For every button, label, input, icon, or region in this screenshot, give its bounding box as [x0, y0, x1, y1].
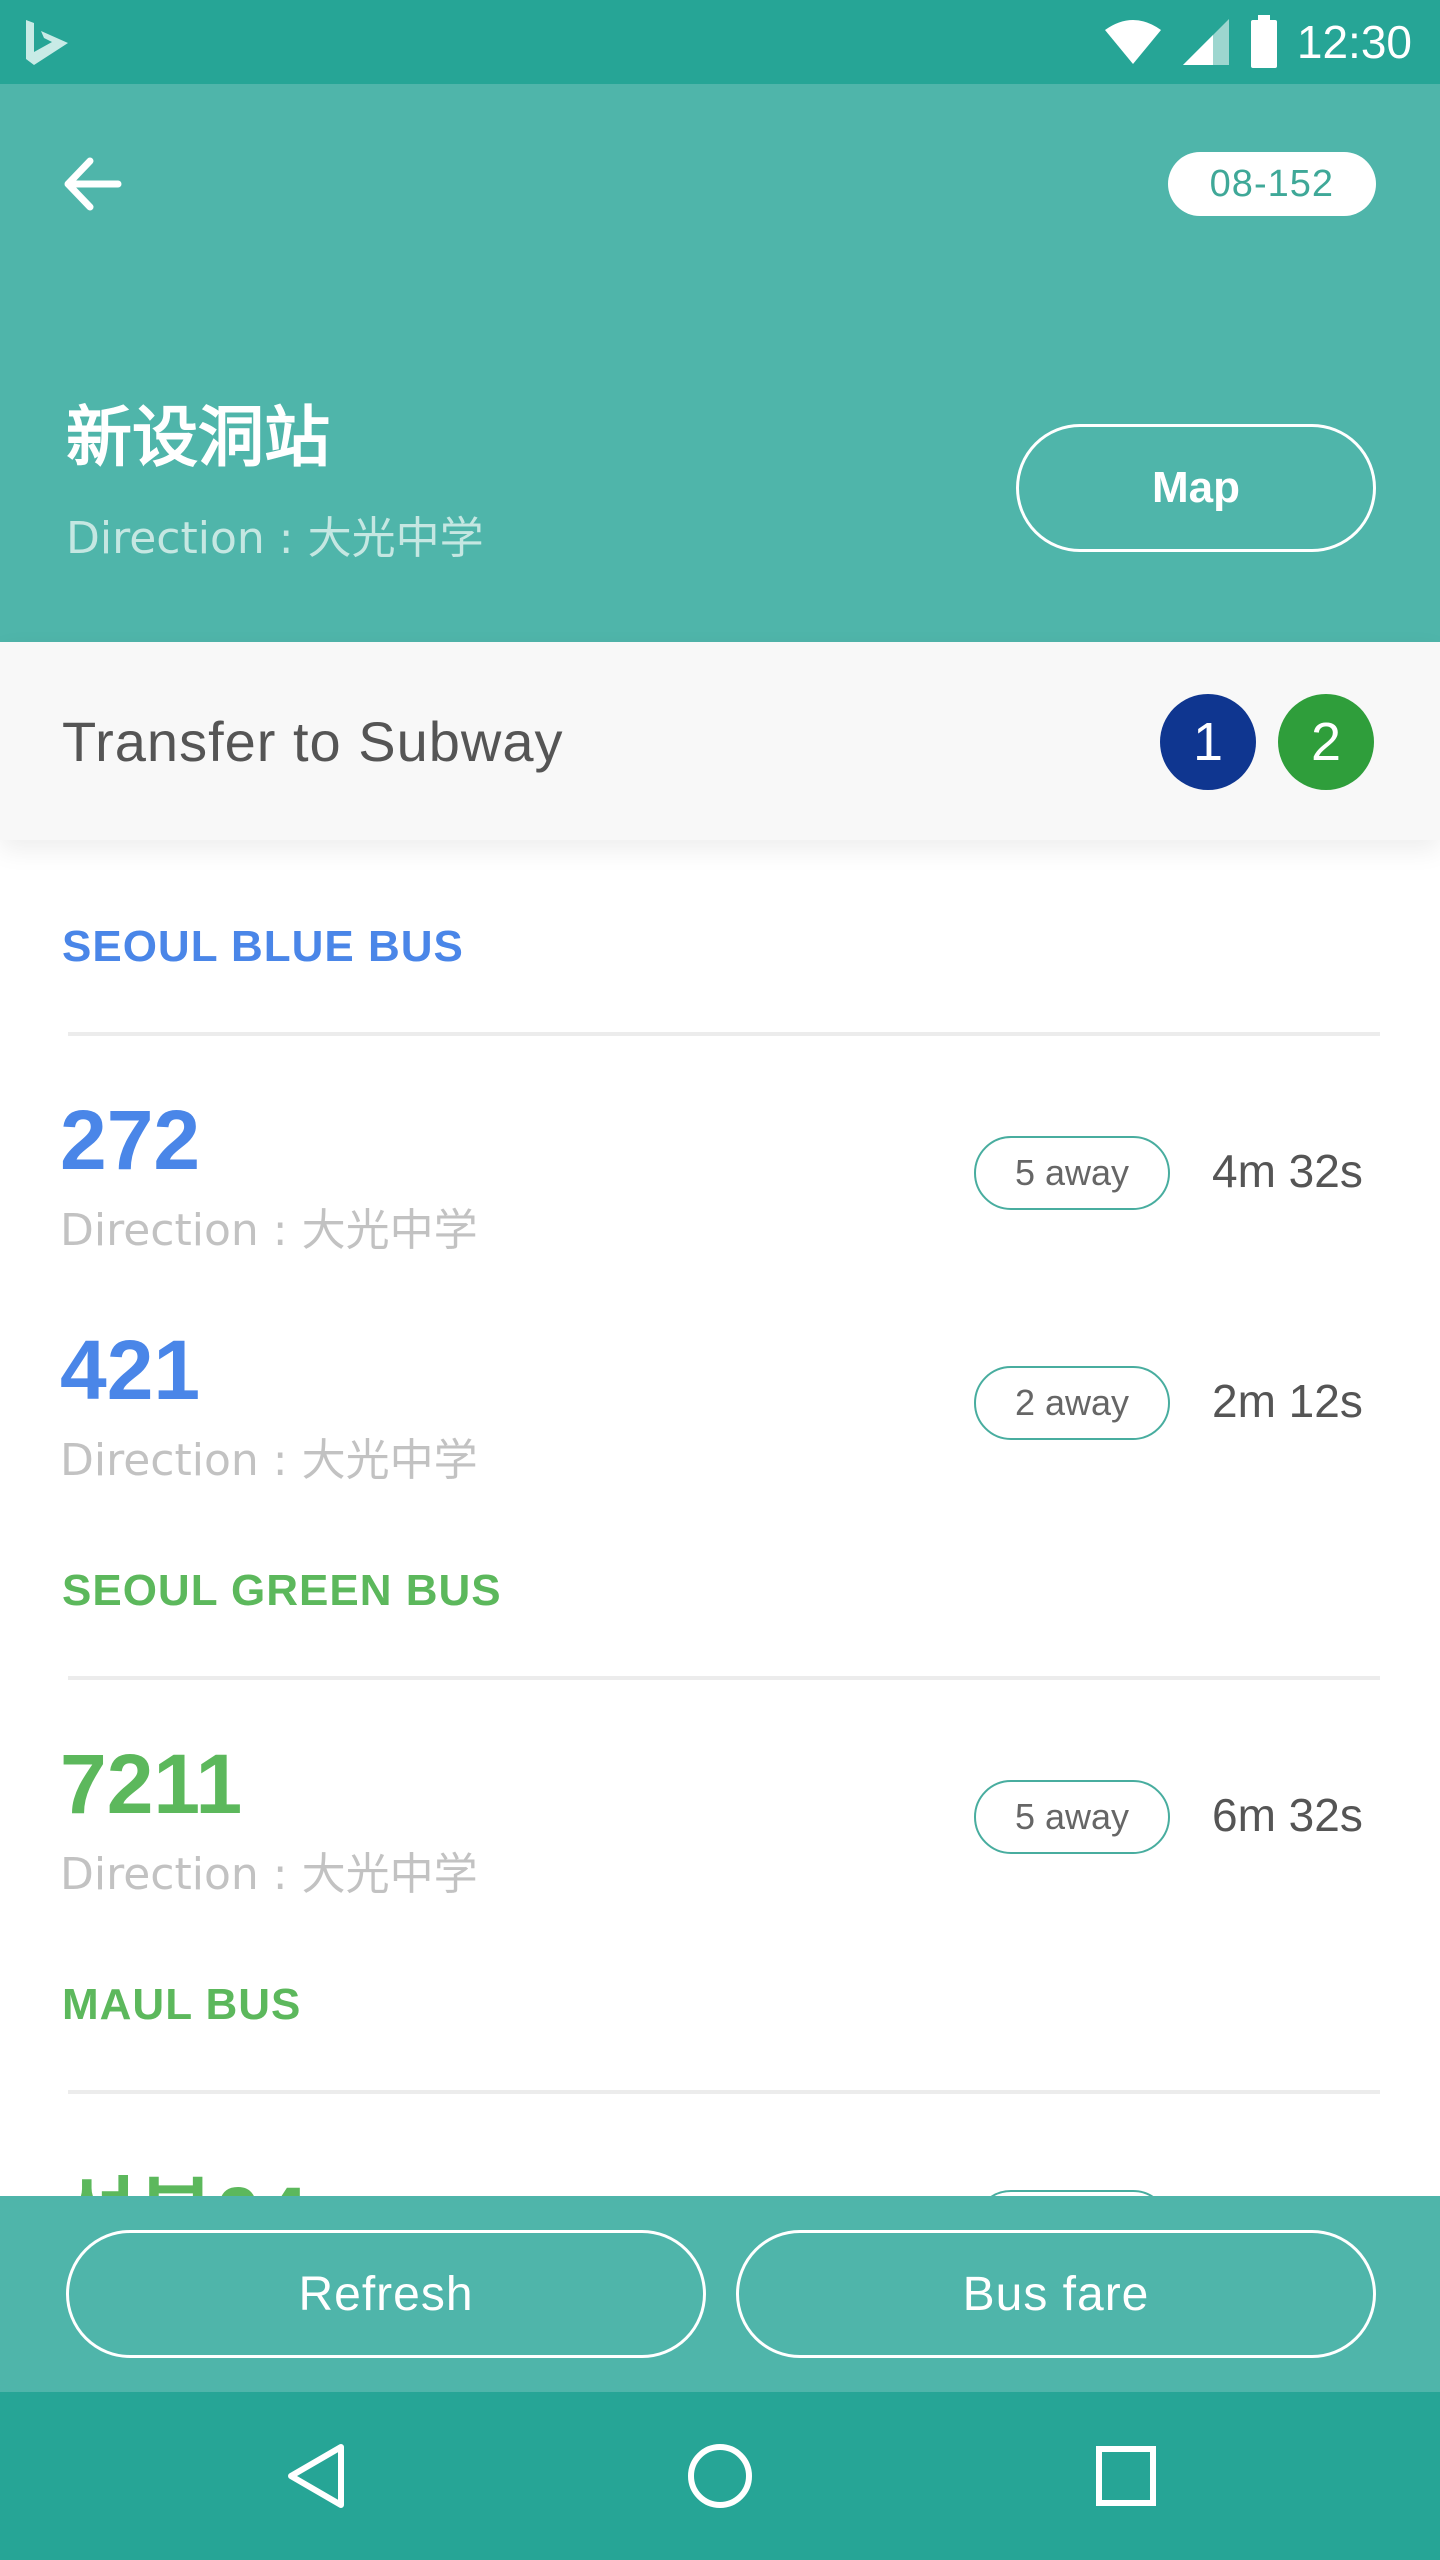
route-direction: Direction : 大光中学	[60, 1205, 478, 1256]
refresh-button[interactable]: Refresh	[66, 2230, 706, 2358]
nav-back-button[interactable]	[266, 2426, 366, 2526]
arrival-time: 6m 32s	[1212, 1789, 1363, 1841]
station-header: 08-152 新设洞站 Direction : 大光中学 Map	[0, 84, 1440, 642]
nav-home-button[interactable]	[670, 2426, 770, 2526]
cell-signal-icon	[1182, 19, 1229, 65]
battery-icon	[1250, 15, 1277, 68]
stops-away-badge: 2 away	[974, 1366, 1170, 1440]
route-direction: Direction : 大光中学	[60, 1849, 478, 1900]
stops-away-badge: 5 away	[974, 1136, 1170, 1210]
bus-list[interactable]: SEOUL BLUE BUS 272 Direction : 大光中学 5 aw…	[0, 840, 1440, 2196]
arrow-left-icon	[64, 157, 122, 211]
transfer-label: Transfer to Subway	[62, 709, 564, 773]
arrival-time: 2m 12s	[1212, 1375, 1363, 1427]
divider	[68, 1032, 1380, 1036]
station-direction: Direction : 大光中学	[66, 513, 484, 564]
stops-away-badge: 5 away	[974, 1780, 1170, 1854]
square-recents-icon	[1096, 2446, 1156, 2506]
section-header-maul-bus: MAUL BUS	[62, 1980, 302, 2029]
wifi-icon	[1104, 20, 1161, 64]
system-nav-bar	[0, 2392, 1440, 2560]
triangle-back-icon	[288, 2444, 344, 2508]
bottom-action-bar: Refresh Bus fare	[0, 2196, 1440, 2392]
route-number: 7211	[60, 1737, 243, 1831]
stop-id-badge: 08-152	[1167, 152, 1376, 216]
subway-line-2-badge[interactable]: 2	[1278, 694, 1374, 790]
status-bar: 12:30	[0, 0, 1440, 84]
map-button[interactable]: Map	[1016, 424, 1376, 552]
bing-logo-icon	[26, 20, 68, 65]
arrival-time: 4m 32s	[1212, 1145, 1363, 1197]
bus-fare-button[interactable]: Bus fare	[736, 2230, 1376, 2358]
back-button[interactable]	[56, 148, 128, 220]
divider	[68, 1676, 1380, 1680]
route-number: 421	[60, 1323, 201, 1417]
route-number: 성북04	[60, 2150, 308, 2196]
section-header-blue-bus: SEOUL BLUE BUS	[62, 922, 464, 971]
route-direction: Direction : 大光中学	[60, 1435, 478, 1486]
status-time: 12:30	[1296, 16, 1412, 68]
nav-recents-button[interactable]	[1076, 2426, 1176, 2526]
subway-line-1-badge[interactable]: 1	[1160, 694, 1256, 790]
section-header-green-bus: SEOUL GREEN BUS	[62, 1566, 502, 1615]
station-name: 新设洞站	[66, 399, 330, 476]
route-number: 272	[60, 1093, 201, 1187]
divider	[68, 2090, 1380, 2094]
circle-home-icon	[688, 2444, 752, 2508]
transfer-row[interactable]: Transfer to Subway 1 2	[0, 642, 1440, 840]
